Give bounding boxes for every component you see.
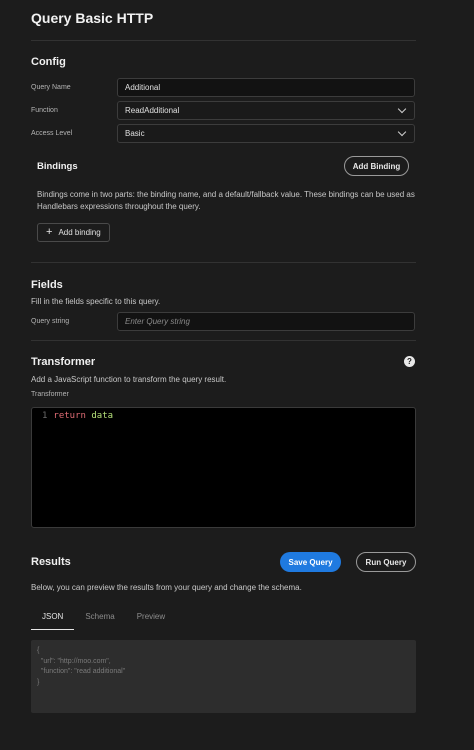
results-title: Results — [31, 556, 71, 568]
bindings-divider — [31, 262, 416, 263]
tab-schema[interactable]: Schema — [74, 608, 125, 630]
code-keyword: return — [53, 411, 86, 421]
save-query-button[interactable]: Save Query — [280, 552, 341, 572]
bindings-title: Bindings — [37, 161, 78, 172]
bindings-description-line2: Handlebars expressions throughout the qu… — [37, 202, 201, 211]
bindings-description: Bindings come in two parts: the binding … — [37, 189, 415, 213]
page-title: Query Basic HTTP — [31, 10, 154, 26]
chevron-down-icon — [397, 104, 407, 114]
query-string-input[interactable]: Enter Query string — [117, 312, 415, 331]
access-level-value: Basic — [125, 129, 145, 138]
query-string-placeholder: Enter Query string — [125, 317, 190, 326]
chevron-down-icon — [397, 127, 407, 137]
add-binding-inline-label: Add binding — [58, 228, 101, 237]
results-description: Below, you can preview the results from … — [31, 583, 302, 592]
add-binding-button[interactable]: Add Binding — [344, 156, 409, 176]
add-binding-inline-button[interactable]: + Add binding — [37, 223, 110, 242]
function-select[interactable]: ReadAdditional — [117, 101, 415, 120]
code-identifier: data — [91, 411, 114, 421]
query-name-field[interactable]: Additional — [117, 78, 415, 97]
function-label: Function — [31, 107, 58, 114]
fields-description: Fill in the fields specific to this quer… — [31, 297, 161, 306]
transformer-description: Add a JavaScript function to transform t… — [31, 375, 227, 384]
run-query-button[interactable]: Run Query — [356, 552, 416, 572]
line-number: 1 — [42, 411, 48, 421]
tab-json[interactable]: JSON — [31, 608, 75, 630]
bindings-description-line1: Bindings come in two parts: the binding … — [37, 190, 415, 199]
function-value: ReadAdditional — [125, 106, 180, 115]
plus-icon: + — [46, 226, 53, 238]
fields-divider — [31, 340, 416, 341]
query-string-label: Query string — [31, 318, 70, 325]
results-preview: { "url": "http://moo.com", "function": "… — [31, 640, 416, 713]
help-icon[interactable]: ? — [404, 356, 415, 367]
transformer-title: Transformer — [31, 356, 96, 368]
transformer-label: Transformer — [31, 391, 69, 398]
header-divider — [31, 40, 416, 41]
fields-title: Fields — [31, 279, 63, 291]
access-level-label: Access Level — [31, 130, 73, 137]
access-level-select[interactable]: Basic — [117, 124, 415, 143]
query-name-value: Additional — [125, 83, 161, 92]
results-tabs: JSON Schema Preview — [31, 608, 415, 632]
config-title: Config — [31, 56, 66, 68]
transformer-code-editor[interactable]: 1 return data — [31, 407, 416, 528]
query-name-label: Query Name — [31, 84, 71, 91]
tab-preview[interactable]: Preview — [126, 608, 176, 630]
